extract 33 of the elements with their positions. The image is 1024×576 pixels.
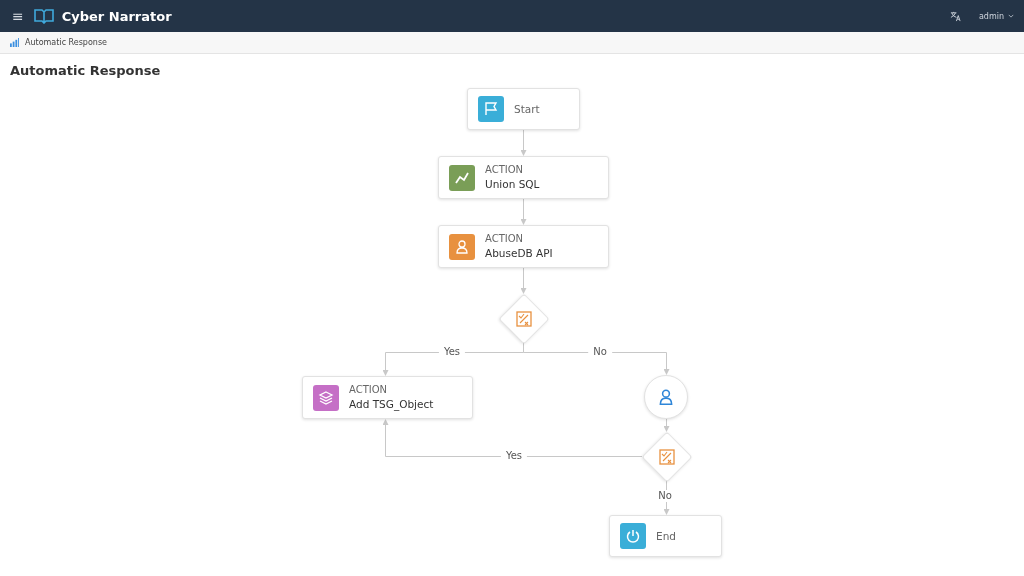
branch-label: Yes	[500, 450, 528, 462]
app-name: Cyber Narrator	[61, 8, 172, 24]
flow-node[interactable]: ACTION Union SQL	[438, 156, 609, 199]
connector-arrow	[520, 129, 527, 156]
user-menu-button[interactable]: admin	[978, 11, 1014, 21]
caret-icon	[1008, 14, 1014, 18]
book-logo-icon	[33, 8, 54, 24]
translate-icon[interactable]	[949, 10, 961, 22]
page-title: Automatic Response	[9, 62, 162, 80]
node-label: Add TSG_Object	[349, 397, 434, 412]
node-label: AbuseDB API	[485, 246, 553, 261]
flow-node[interactable]: ACTION Add TSG_Object	[302, 376, 473, 419]
menu-button[interactable]: ≡	[10, 8, 26, 24]
connector-arrow	[663, 418, 670, 432]
connector-arrow	[520, 267, 527, 294]
flow-node[interactable]: Start	[467, 88, 580, 130]
node-label: Start	[514, 101, 540, 117]
node-label: Union SQL	[485, 177, 540, 192]
node-type: ACTION	[485, 163, 525, 177]
bar-chart-icon	[10, 38, 19, 47]
connector-arrow	[520, 198, 527, 225]
flow-node[interactable]: ACTION AbuseDB API	[438, 225, 609, 268]
condition-icon	[659, 449, 675, 465]
node-type: ACTION	[349, 383, 389, 397]
user-node[interactable]	[644, 375, 688, 419]
node-type: ACTION	[485, 232, 525, 246]
node-label: End	[656, 528, 676, 544]
branch-label: Yes	[438, 346, 466, 358]
flow-node[interactable]: End	[609, 515, 722, 557]
breadcrumb-item[interactable]: Automatic Response	[25, 38, 107, 47]
branch-label: No	[588, 346, 612, 358]
condition-icon	[516, 311, 532, 327]
person-icon	[657, 388, 675, 406]
